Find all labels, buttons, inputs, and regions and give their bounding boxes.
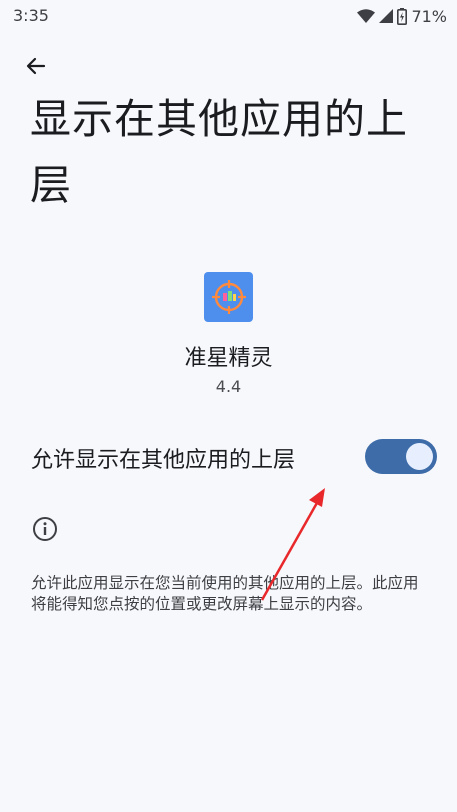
wifi-icon — [357, 9, 376, 23]
app-version: 4.4 — [215, 377, 242, 396]
status-time: 3:35 — [13, 6, 49, 25]
back-button[interactable] — [18, 48, 54, 84]
back-arrow-icon — [26, 57, 46, 75]
permission-description: 允许此应用显示在您当前使用的其他应用的上层。此应用将能得知您点按的位置或更改屏幕… — [31, 574, 419, 613]
permission-toggle-row[interactable]: 允许显示在其他应用的上层 — [0, 430, 457, 486]
info-icon — [33, 517, 57, 541]
permission-switch[interactable] — [365, 439, 437, 474]
page-title: 显示在其他应用的上层 — [30, 95, 408, 209]
battery-percent: 71% — [411, 6, 447, 26]
status-icons: 71% — [357, 5, 447, 27]
status-bar: 3:35 71% — [0, 0, 457, 32]
app-icon — [204, 272, 253, 322]
permission-label: 允许显示在其他应用的上层 — [31, 448, 296, 473]
crosshair-app-icon — [211, 280, 246, 314]
battery-icon — [397, 7, 408, 25]
switch-thumb — [406, 443, 433, 470]
signal-icon — [379, 9, 394, 23]
app-name: 准星精灵 — [184, 346, 273, 371]
